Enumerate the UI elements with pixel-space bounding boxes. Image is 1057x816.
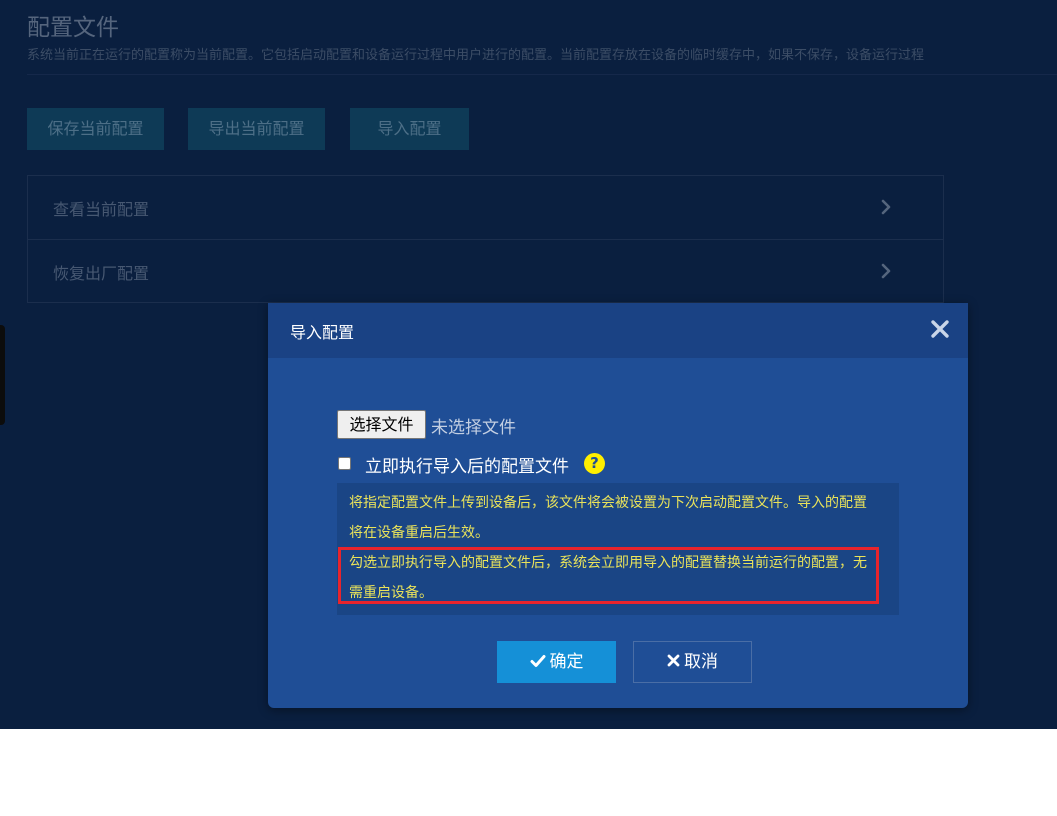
view-current-config-item[interactable]: 查看当前配置 [28,176,943,239]
export-config-button[interactable]: 导出当前配置 [188,108,325,150]
config-options-panel: 查看当前配置 恢复出厂配置 [27,175,944,303]
header-divider [27,74,1057,75]
dialog-header: 导入配置 [268,303,968,358]
import-config-button[interactable]: 导入配置 [350,108,469,150]
tip-text-upload: 将指定配置文件上传到设备后，该文件将会被设置为下次启动配置文件。导入的配置将在设… [349,495,867,541]
page-description: 系统当前正在运行的配置称为当前配置。它包括启动配置和设备运行过程中用户进行的配置… [27,48,925,63]
confirm-label: 确定 [549,652,584,672]
view-current-config-label: 查看当前配置 [53,200,150,219]
apply-immediately-label[interactable]: 立即执行导入后的配置文件 [365,452,569,477]
dialog-title: 导入配置 [290,323,355,342]
check-icon [530,654,545,667]
apply-immediately-checkbox[interactable] [338,457,351,470]
import-config-dialog: 导入配置 选择文件 未选择文件 立即执行导入后的配置文件 ? 将指定配置文件上传… [268,303,968,708]
restore-factory-config-label: 恢复出厂配置 [53,264,150,283]
file-status-text: 未选择文件 [431,418,516,438]
chevron-right-icon [881,263,891,279]
app-window: 配置文件 系统当前正在运行的配置称为当前配置。它包括启动配置和设备运行过程中用户… [0,0,1057,729]
help-icon[interactable]: ? [584,453,605,474]
save-config-button[interactable]: 保存当前配置 [27,108,164,150]
close-icon [667,654,680,667]
choose-file-button[interactable]: 选择文件 [337,410,426,439]
close-icon[interactable] [929,318,951,340]
side-drawer-tab[interactable] [0,325,5,425]
chevron-right-icon [881,199,891,215]
restore-factory-config-item[interactable]: 恢复出厂配置 [28,240,943,303]
confirm-button[interactable]: 确定 [497,641,616,683]
cancel-label: 取消 [684,652,718,672]
cancel-button[interactable]: 取消 [633,641,752,683]
highlight-frame [338,547,879,604]
page-title: 配置文件 [27,15,119,41]
